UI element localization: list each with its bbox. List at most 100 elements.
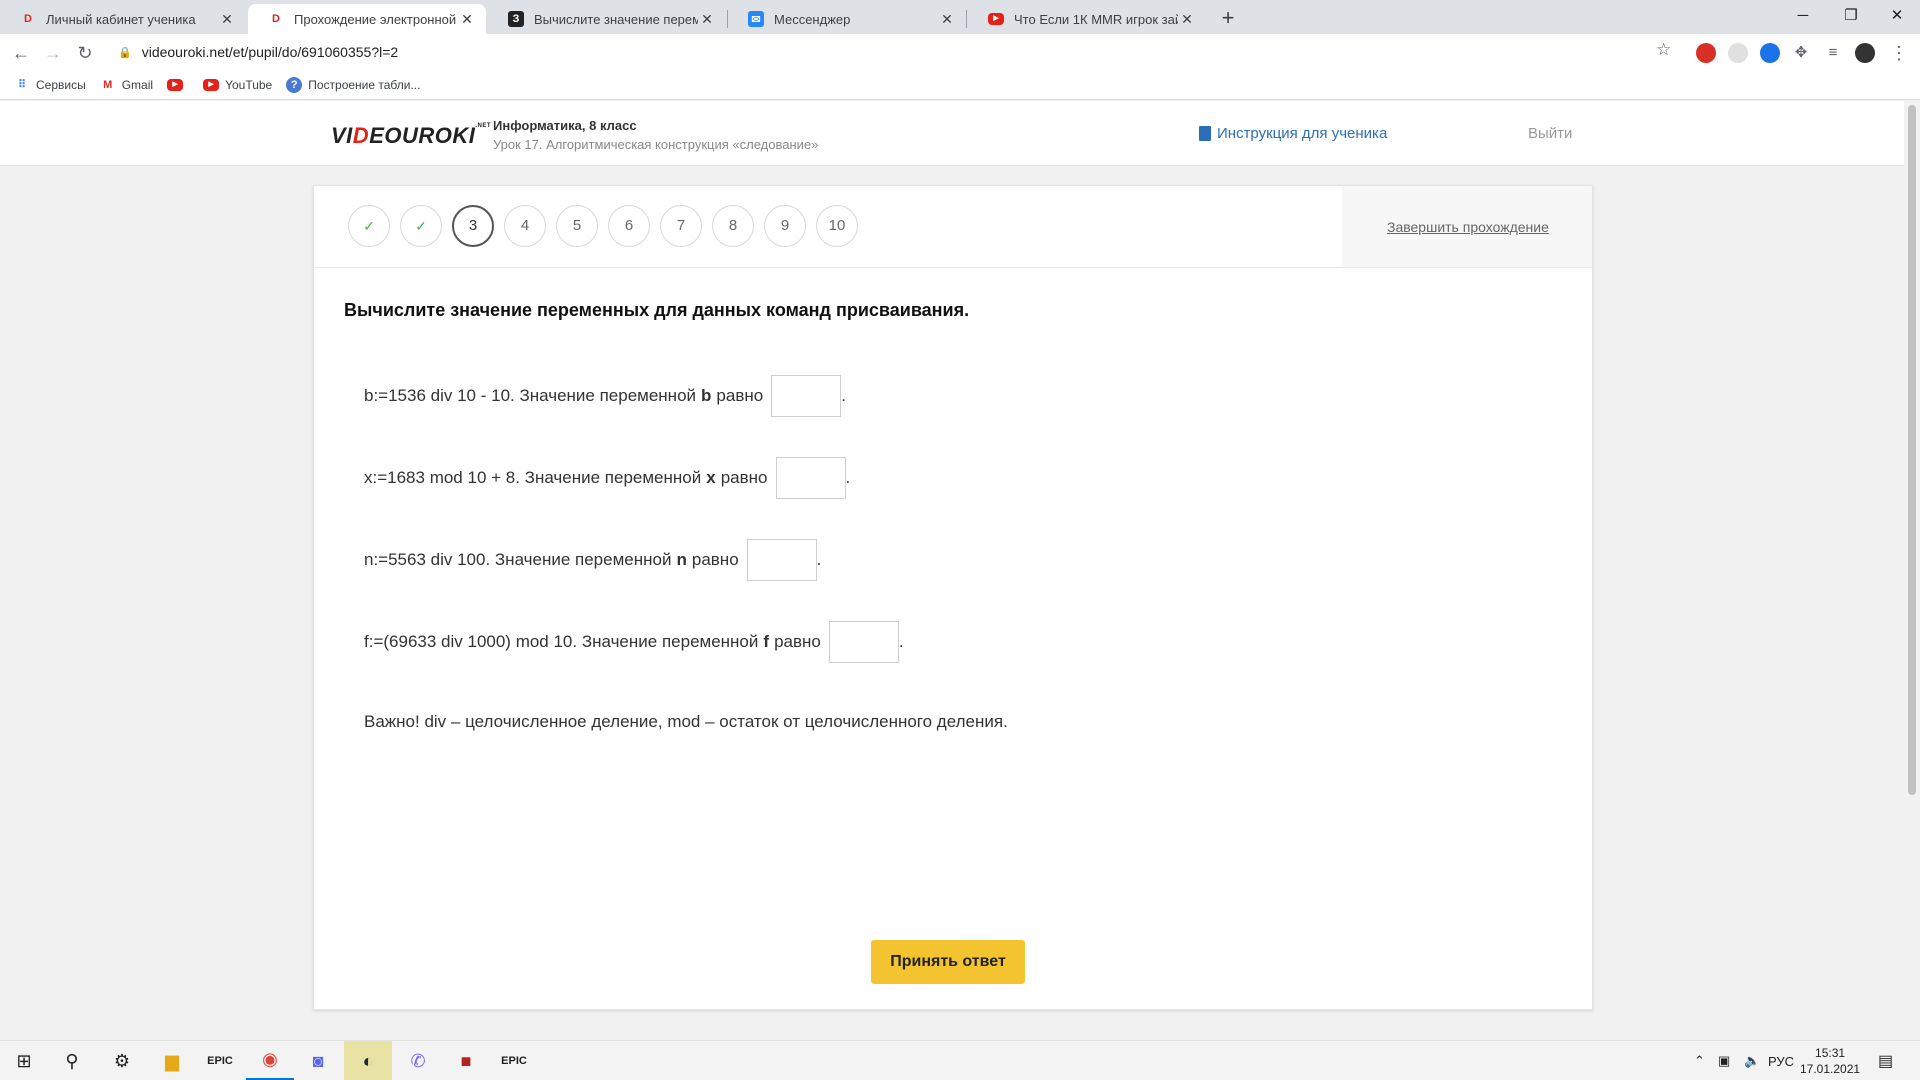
media-playlist-icon[interactable]: ≡ xyxy=(1820,40,1846,66)
viber-icon[interactable]: ✆ xyxy=(394,1041,442,1080)
browser-toolbar: ← → ↻ 🔒 videouroki.net/et/pupil/do/69106… xyxy=(0,34,1920,70)
answer-input-b[interactable] xyxy=(771,375,842,417)
site-icon: ? xyxy=(286,76,303,93)
chrome-icon[interactable]: ◉ xyxy=(246,1041,294,1080)
logo-text: VI xyxy=(331,123,353,148)
step-2[interactable]: ✓ xyxy=(400,205,442,247)
bookmark-youtube-icon-only[interactable]: ▶ xyxy=(167,77,189,93)
epic-games-icon[interactable]: EPIC xyxy=(196,1041,244,1080)
bookmark-label: Сервисы xyxy=(36,77,86,92)
settings-gear-icon[interactable]: ⚙ xyxy=(98,1041,146,1080)
page-scrollbar[interactable] xyxy=(1904,101,1920,1030)
question-text: Вычислите значение переменных для данных… xyxy=(344,300,970,320)
task-tail: равно xyxy=(774,632,821,651)
bookmark-table-builder[interactable]: ? Построение табли... xyxy=(286,76,420,93)
clock-date: 17.01.2021 xyxy=(1800,1062,1861,1076)
tray-overflow-icon[interactable]: ⌃ xyxy=(1694,1041,1705,1080)
close-tab-icon[interactable]: ✕ xyxy=(458,11,476,28)
youtube-icon: ▶ xyxy=(203,77,220,93)
task-expression: f:=(69633 div 1000) mod 10. Значение пер… xyxy=(364,632,759,651)
browser-tab[interactable]: ✉ Мессенджер ✕ xyxy=(728,4,966,34)
restore-icon[interactable]: ❐ xyxy=(1828,0,1874,34)
back-icon[interactable]: ← xyxy=(8,40,34,66)
step-4[interactable]: 4 xyxy=(504,205,546,247)
close-tab-icon[interactable]: ✕ xyxy=(1178,11,1196,28)
task-expression: b:=1536 div 10 - 10. Значение переменной xyxy=(364,386,697,405)
step-3[interactable]: 3 xyxy=(452,205,494,247)
messenger-favicon-icon: ✉ xyxy=(748,11,764,27)
answer-input-x[interactable] xyxy=(775,457,846,499)
logo-text-accent: D xyxy=(352,123,370,148)
logo-suffix: .NET xyxy=(475,123,492,129)
gmail-icon: M xyxy=(103,78,113,91)
close-tab-icon[interactable]: ✕ xyxy=(698,11,716,28)
tab-title: Мессенджер xyxy=(774,11,851,27)
minimize-icon[interactable]: ─ xyxy=(1780,0,1826,34)
close-window-icon[interactable]: ✕ xyxy=(1874,0,1920,34)
system-clock[interactable]: 15:31 17.01.2021 xyxy=(1800,1045,1860,1077)
task-end: . xyxy=(898,632,904,651)
task-card: ✓ ✓ 3 4 5 6 7 8 9 10 Завершить прохожден… xyxy=(313,185,1593,1010)
task-end: . xyxy=(845,468,851,487)
step-6[interactable]: 6 xyxy=(608,205,650,247)
browser-menu-icon[interactable]: ⋮ xyxy=(1886,40,1912,66)
search-icon[interactable]: ⚲ xyxy=(48,1041,96,1080)
youtube-icon: ▶ xyxy=(167,77,184,93)
volume-icon[interactable]: 🔈 xyxy=(1744,1041,1760,1080)
network-icon[interactable]: ▣ xyxy=(1718,1041,1730,1080)
bookmark-gmail[interactable]: M Gmail xyxy=(100,77,153,93)
step-5[interactable]: 5 xyxy=(556,205,598,247)
videouroki-favicon-icon: D xyxy=(24,13,32,25)
extension-shield-icon[interactable] xyxy=(1728,43,1748,63)
extensions-puzzle-icon[interactable]: ✥ xyxy=(1788,40,1814,66)
instruction-link[interactable]: Инструкция для ученика xyxy=(1199,125,1387,142)
answer-input-n[interactable] xyxy=(746,539,817,581)
address-bar[interactable]: 🔒 videouroki.net/et/pupil/do/691060355?l… xyxy=(110,38,1690,66)
browser-tab[interactable]: ▶ Что Если 1К MMR игрок зайдёт ✕ xyxy=(968,4,1206,34)
task-variable: b xyxy=(701,386,712,405)
step-7[interactable]: 7 xyxy=(660,205,702,247)
bookmark-services[interactable]: ⠿ Сервисы xyxy=(14,77,86,93)
finish-attempt-link[interactable]: Завершить прохождение xyxy=(1387,219,1549,235)
browser-tab-active[interactable]: D Прохождение электронной тет ✕ xyxy=(248,4,486,34)
step-10[interactable]: 10 xyxy=(816,205,858,247)
profile-avatar-icon[interactable] xyxy=(1855,43,1875,63)
step-1[interactable]: ✓ xyxy=(348,205,390,247)
extension-adblock-icon[interactable] xyxy=(1696,43,1716,63)
reload-icon[interactable]: ↻ xyxy=(72,40,98,66)
videouroki-logo[interactable]: VIDEOUROKI.NET xyxy=(331,123,491,149)
tab-title: Что Если 1К MMR игрок зайдёт xyxy=(1014,11,1178,27)
language-indicator[interactable]: РУС xyxy=(1768,1041,1794,1080)
answer-input-f[interactable] xyxy=(828,621,899,663)
notifications-icon[interactable]: ▤ xyxy=(1878,1041,1893,1080)
task-end: . xyxy=(816,550,822,569)
instruction-link-label: Инструкция для ученика xyxy=(1217,125,1388,142)
scrollbar-thumb[interactable] xyxy=(1908,105,1916,795)
task-expression: n:=5563 div 100. Значение переменной xyxy=(364,550,672,569)
close-tab-icon[interactable]: ✕ xyxy=(218,11,236,28)
close-tab-icon[interactable]: ✕ xyxy=(938,11,956,28)
new-tab-icon[interactable]: + xyxy=(1214,4,1242,32)
windows-start-icon[interactable]: ⊞ xyxy=(0,1041,48,1080)
apps-grid-icon: ⠿ xyxy=(17,79,27,91)
lock-icon: 🔒 xyxy=(118,46,132,59)
task-item-b: b:=1536 div 10 - 10. Значение переменной… xyxy=(364,375,846,417)
bookmarks-bar: ⠿ Сервисы M Gmail ▶ ▶ YouTube ? Построен… xyxy=(0,70,1920,100)
step-9[interactable]: 9 xyxy=(764,205,806,247)
extension-vpn-icon[interactable] xyxy=(1760,43,1780,63)
forward-icon[interactable]: → xyxy=(40,40,66,66)
browser-tab[interactable]: З Вычислите значение переменн ✕ xyxy=(488,4,726,34)
steam-icon[interactable]: ◐ xyxy=(344,1041,392,1080)
step-8[interactable]: 8 xyxy=(712,205,754,247)
bookmark-star-icon[interactable]: ☆ xyxy=(1656,40,1671,60)
submit-answer-button[interactable]: Принять ответ xyxy=(871,940,1025,984)
epic-games-icon[interactable]: EPIC xyxy=(490,1041,538,1080)
bookmark-youtube[interactable]: ▶ YouTube xyxy=(203,77,272,93)
task-variable: f xyxy=(763,632,770,651)
dota-icon[interactable]: ■ xyxy=(442,1041,490,1080)
file-explorer-icon[interactable]: ▆ xyxy=(148,1041,196,1080)
windows-taskbar: ⊞ ⚲ ⚙ ▆ EPIC ◉ ◙ ◐ ✆ ■ EPIC ⌃ ▣ 🔈 РУС 15… xyxy=(0,1040,1920,1080)
logout-link[interactable]: Выйти xyxy=(1528,125,1572,142)
browser-tab[interactable]: D Личный кабинет ученика ✕ xyxy=(0,4,246,34)
discord-icon[interactable]: ◙ xyxy=(294,1041,342,1080)
